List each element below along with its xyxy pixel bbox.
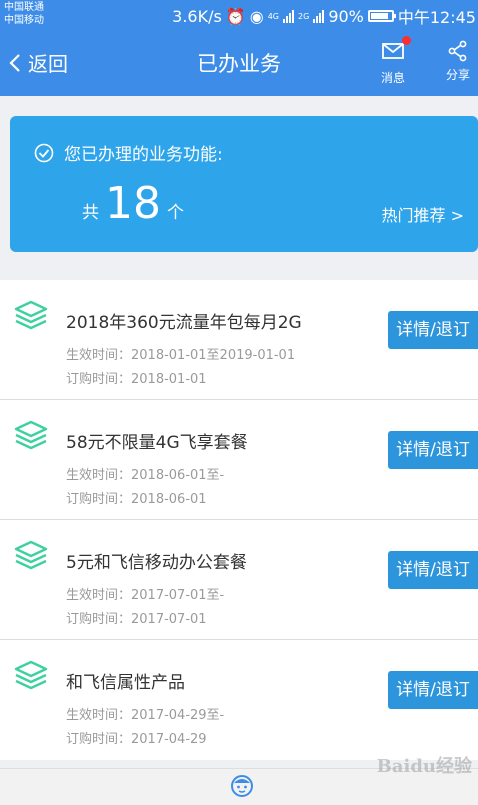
- nav-bar: 返回 已办业务 消息 分享: [0, 28, 478, 96]
- count-prefix: 共: [82, 203, 99, 223]
- signal-icon: [313, 9, 325, 23]
- list-item: 5元和飞信移动办公套餐 生效时间：2017-07-01至- 订购时间：2017-…: [0, 520, 478, 640]
- detail-unsubscribe-button[interactable]: 详情/退订: [388, 431, 478, 469]
- clock: 中午12:45: [397, 8, 476, 27]
- message-button[interactable]: 消息: [381, 36, 411, 86]
- list-item: 58元不限量4G飞享套餐 生效时间：2018-06-01至- 订购时间：2018…: [0, 400, 478, 520]
- effective-date: 生效时间：2017-07-01至-: [66, 588, 225, 603]
- share-button[interactable]: 分享: [446, 40, 470, 83]
- summary-heading: 您已办理的业务功能:: [34, 140, 223, 165]
- net-type-1: 4G: [267, 11, 280, 21]
- message-label: 消息: [381, 71, 406, 85]
- service-name: 2018年360元流量年包每月2G: [66, 313, 302, 333]
- share-icon: [448, 40, 467, 62]
- summary-card: 您已办理的业务功能: 共 18 个 热门推荐 >: [10, 116, 478, 252]
- count-value: 18: [105, 178, 161, 229]
- watermark: Baidu经验: [376, 756, 472, 777]
- notification-badge: [402, 36, 411, 45]
- service-name: 58元不限量4G飞享套餐: [66, 433, 248, 453]
- layers-icon: [14, 660, 48, 690]
- battery-percent: 90%: [328, 6, 364, 26]
- net-type-2: 2G: [298, 11, 310, 21]
- order-date: 订购时间：2018-06-01: [66, 492, 207, 507]
- envelope-icon: [382, 43, 404, 59]
- signal-icon: [283, 9, 295, 23]
- check-circle-icon: [34, 143, 54, 162]
- order-date: 订购时间：2017-04-29: [66, 732, 207, 747]
- detail-unsubscribe-button[interactable]: 详情/退订: [388, 551, 478, 589]
- hot-recommend-link[interactable]: 热门推荐 >: [382, 202, 465, 226]
- battery-icon: [367, 10, 396, 22]
- assistant-icon[interactable]: [229, 772, 255, 798]
- order-date: 订购时间：2018-01-01: [66, 372, 207, 387]
- order-date: 订购时间：2017-07-01: [66, 612, 207, 627]
- layers-icon: [14, 300, 48, 330]
- detail-unsubscribe-button[interactable]: 详情/退订: [388, 311, 478, 349]
- effective-date: 生效时间：2018-06-01至-: [66, 468, 225, 483]
- service-name: 5元和飞信移动办公套餐: [66, 553, 247, 573]
- effective-date: 生效时间：2017-04-29至-: [66, 708, 225, 723]
- count-suffix: 个: [167, 203, 184, 223]
- network-speed: 3.6K/s: [172, 6, 222, 26]
- detail-unsubscribe-button[interactable]: 详情/退订: [388, 671, 478, 709]
- service-name: 和飞信属性产品: [66, 673, 185, 693]
- carrier-2: 中国移动: [4, 15, 44, 26]
- list-item: 2018年360元流量年包每月2G 生效时间：2018-01-01至2019-0…: [0, 280, 478, 400]
- share-label: 分享: [446, 68, 471, 82]
- list-item: 和飞信属性产品 生效时间：2017-04-29至- 订购时间：2017-04-2…: [0, 640, 478, 760]
- summary-heading-text: 您已办理的业务功能:: [64, 145, 223, 165]
- status-bar: 中国联通 中国移动 3.6K/s ⏰ ◉ 4G 2G 90% 中午12:45: [0, 0, 478, 28]
- status-indicators: 3.6K/s ⏰ ◉ 4G 2G 90% 中午12:45: [172, 4, 476, 28]
- carrier-1: 中国联通: [4, 2, 44, 13]
- service-count: 共 18 个: [82, 182, 184, 226]
- page-title: 已办业务: [197, 52, 281, 76]
- eye-icon: ◉: [249, 6, 264, 26]
- carrier-info: 中国联通 中国移动: [4, 1, 44, 27]
- alarm-icon: ⏰: [225, 6, 246, 26]
- layers-icon: [14, 540, 48, 570]
- service-list: 2018年360元流量年包每月2G 生效时间：2018-01-01至2019-0…: [0, 280, 478, 760]
- layers-icon: [14, 420, 48, 450]
- effective-date: 生效时间：2018-01-01至2019-01-01: [66, 348, 296, 363]
